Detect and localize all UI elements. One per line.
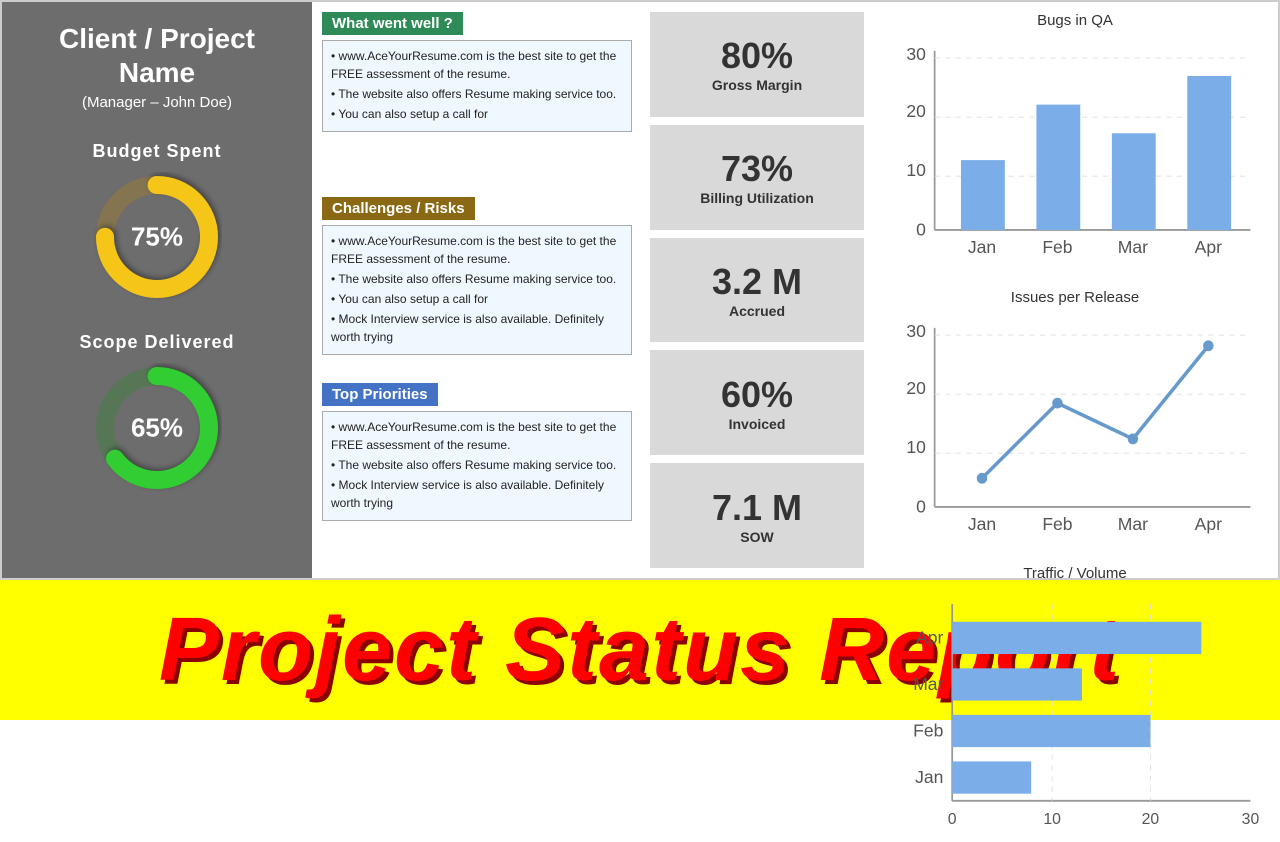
list-item: The website also offers Resume making se…	[331, 85, 623, 103]
metric-sow: 7.1 M SOW	[650, 463, 864, 568]
svg-text:Mar: Mar	[1118, 237, 1148, 257]
svg-text:Apr: Apr	[916, 627, 943, 647]
scope-percent: 65%	[131, 413, 183, 444]
scope-label: Scope Delivered	[79, 332, 234, 353]
metric-billing: 73% Billing Utilization	[650, 125, 864, 230]
svg-text:0: 0	[916, 496, 926, 516]
what-went-well-header: What went well ?	[322, 12, 463, 35]
list-item: www.AceYourResume.com is the best site t…	[331, 232, 623, 268]
metric-name-invoiced: Invoiced	[729, 416, 786, 432]
challenges-content: www.AceYourResume.com is the best site t…	[322, 225, 632, 355]
metric-value-invoiced: 60%	[721, 374, 793, 416]
charts-panel: Bugs in QA 0 10 20 30	[872, 2, 1278, 578]
svg-text:Jan: Jan	[968, 237, 996, 257]
metric-value-accrued: 3.2 M	[712, 261, 802, 303]
middle-panel: What went well ? www.AceYourResume.com i…	[312, 2, 642, 578]
metric-value-billing: 73%	[721, 148, 793, 190]
what-went-well-list: www.AceYourResume.com is the best site t…	[331, 47, 623, 123]
svg-text:30: 30	[1242, 811, 1260, 828]
svg-text:Feb: Feb	[1042, 237, 1072, 257]
what-went-well-content: www.AceYourResume.com is the best site t…	[322, 40, 632, 132]
metric-accrued: 3.2 M Accrued	[650, 238, 864, 343]
svg-text:0: 0	[916, 219, 926, 239]
svg-text:Mar: Mar	[1118, 514, 1148, 534]
metric-name-gross-margin: Gross Margin	[712, 77, 802, 93]
svg-text:30: 30	[906, 44, 926, 64]
left-panel: Client / Project Name (Manager – John Do…	[2, 2, 312, 578]
budget-donut: 75%	[92, 172, 222, 302]
svg-text:20: 20	[1142, 811, 1160, 828]
traffic-volume-title: Traffic / Volume	[882, 565, 1268, 582]
bugs-in-qa-area: 0 10 20 30	[882, 33, 1268, 284]
priorities-section: Top Priorities www.AceYourResume.com is …	[322, 383, 632, 558]
svg-text:30: 30	[906, 320, 926, 340]
bugs-in-qa-chart: Bugs in QA 0 10 20 30	[882, 12, 1268, 284]
challenges-header: Challenges / Risks	[322, 197, 475, 220]
svg-text:Feb: Feb	[913, 720, 943, 740]
svg-text:Feb: Feb	[1042, 514, 1072, 534]
scope-donut: 65%	[92, 363, 222, 493]
metric-value-sow: 7.1 M	[712, 487, 802, 529]
metrics-panel: 80% Gross Margin 73% Billing Utilization…	[642, 2, 872, 578]
list-item: www.AceYourResume.com is the best site t…	[331, 47, 623, 83]
list-item: You can also setup a call for	[331, 105, 623, 123]
priorities-header: Top Priorities	[322, 383, 438, 406]
budget-label: Budget Spent	[93, 141, 222, 162]
metric-invoiced: 60% Invoiced	[650, 350, 864, 455]
svg-text:10: 10	[906, 437, 926, 457]
metric-gross-margin: 80% Gross Margin	[650, 12, 864, 117]
priorities-list: www.AceYourResume.com is the best site t…	[331, 418, 623, 512]
list-item: Mock Interview service is also available…	[331, 476, 623, 512]
svg-text:10: 10	[1043, 811, 1061, 828]
bugs-in-qa-title: Bugs in QA	[882, 12, 1268, 29]
svg-text:0: 0	[948, 811, 957, 828]
metric-name-billing: Billing Utilization	[700, 190, 814, 206]
list-item: www.AceYourResume.com is the best site t…	[331, 418, 623, 454]
svg-text:20: 20	[906, 378, 926, 398]
metric-value-gross-margin: 80%	[721, 35, 793, 77]
list-item: You can also setup a call for	[331, 290, 623, 308]
svg-text:Jan: Jan	[915, 767, 943, 787]
metric-name-accrued: Accrued	[729, 303, 785, 319]
list-item: The website also offers Resume making se…	[331, 456, 623, 474]
budget-percent: 75%	[131, 222, 183, 253]
svg-text:20: 20	[906, 101, 926, 121]
svg-text:Apr: Apr	[1195, 514, 1222, 534]
traffic-volume-area: 0 10 20 30 Apr Mar	[882, 586, 1268, 837]
svg-text:10: 10	[906, 160, 926, 180]
project-title: Client / Project Name	[17, 22, 297, 89]
traffic-volume-chart: Traffic / Volume 0 10 20 30	[882, 565, 1268, 837]
svg-text:Mar: Mar	[913, 674, 943, 694]
svg-text:Apr: Apr	[1195, 237, 1222, 257]
manager-name: (Manager – John Doe)	[82, 94, 232, 111]
metric-name-sow: SOW	[740, 529, 773, 545]
issues-per-release-title: Issues per Release	[882, 289, 1268, 306]
priorities-content: www.AceYourResume.com is the best site t…	[322, 411, 632, 521]
issues-per-release-chart: Issues per Release 0 10 20 30	[882, 289, 1268, 561]
what-went-well-section: What went well ? www.AceYourResume.com i…	[322, 12, 632, 187]
list-item: The website also offers Resume making se…	[331, 270, 623, 288]
list-item: Mock Interview service is also available…	[331, 310, 623, 346]
challenges-list: www.AceYourResume.com is the best site t…	[331, 232, 623, 346]
svg-text:Jan: Jan	[968, 514, 996, 534]
challenges-section: Challenges / Risks www.AceYourResume.com…	[322, 197, 632, 372]
issues-per-release-area: 0 10 20 30	[882, 310, 1268, 561]
